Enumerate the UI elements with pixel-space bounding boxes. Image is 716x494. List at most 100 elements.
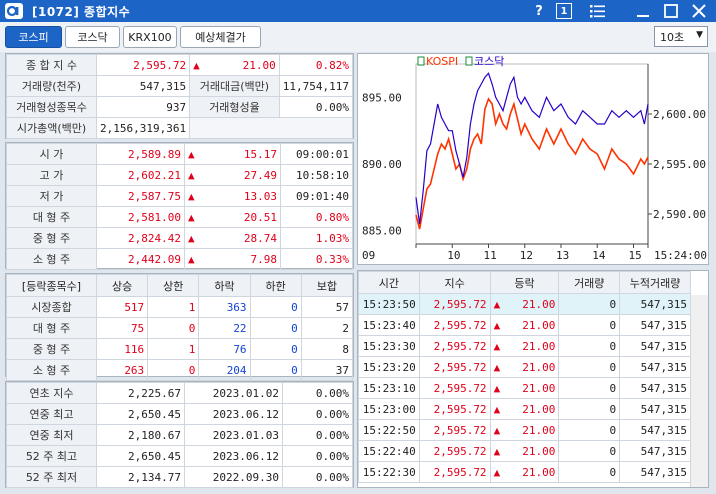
yearly-label: 52 주 최저 bbox=[6, 466, 97, 488]
updown-count: 0 bbox=[147, 359, 200, 381]
updown-count: 2 bbox=[300, 317, 354, 339]
price-panel: 시 가 2,589.89 ▲ 15.17 09:00:01 고 가 2,602.21 ▲ 27.… bbox=[5, 142, 354, 270]
yearly-rate: 0.00% bbox=[282, 466, 353, 488]
tick-volume: 0 bbox=[558, 293, 621, 315]
tick-time: 15:23:00 bbox=[358, 398, 420, 420]
tick-change: ▲ 21.00 bbox=[489, 377, 560, 399]
updown-header: [등락종목수] 상승 상한 하락 하한 보합 bbox=[6, 274, 354, 297]
ticks-header-cell: 등락 bbox=[489, 271, 560, 294]
price-value: 2,824.42 bbox=[96, 227, 185, 249]
tab-expected-price[interactable]: 예상체결가 bbox=[180, 26, 261, 48]
minimize-icon[interactable] bbox=[634, 2, 652, 20]
tick-change: ▲ 21.00 bbox=[489, 440, 560, 462]
up-arrow-icon: ▲ bbox=[184, 143, 201, 165]
updown-row: 대 형 주 75 0 22 0 2 bbox=[6, 317, 354, 339]
help-icon[interactable]: ? bbox=[530, 2, 548, 20]
tick-row[interactable]: 15:23:50 2,595.72 ▲ 21.00 0 547,315 bbox=[358, 293, 691, 315]
updown-count: 263 bbox=[95, 359, 149, 381]
yearly-date: 2023.06.12 bbox=[184, 445, 283, 467]
updown-count: 204 bbox=[198, 359, 251, 381]
price-label: 소 형 주 bbox=[6, 248, 97, 270]
ticks-panel: 시간 지수 등락 거래량 누적거래량 15:23:50 2,595.72 ▲ 21.00 0 547… bbox=[357, 270, 709, 488]
summary-label: 거래대금(백만) bbox=[189, 75, 280, 97]
tick-row[interactable]: 15:23:10 2,595.72 ▲ 21.00 0 547,315 bbox=[358, 377, 691, 399]
tick-index: 2,595.72 bbox=[418, 377, 491, 399]
ticks-header: 시간 지수 등락 거래량 누적거래량 bbox=[358, 271, 691, 294]
tick-cum-volume: 547,315 bbox=[619, 461, 691, 483]
x-tick-label: 13 bbox=[556, 249, 569, 262]
updown-count: 0 bbox=[249, 317, 302, 339]
tab-krx100[interactable]: KRX100 bbox=[123, 26, 177, 48]
yearly-panel: 연초 지수 2,225.67 2023.01.02 0.00% 연중 최고 2,650.4… bbox=[5, 381, 354, 488]
tick-change-value: 21.00 bbox=[522, 381, 556, 395]
tick-row[interactable]: 15:22:40 2,595.72 ▲ 21.00 0 547,315 bbox=[358, 440, 691, 462]
window-title: [1072] 종합지수 bbox=[32, 5, 131, 19]
composite-index-value: 2,595.72 bbox=[95, 54, 191, 76]
page-number-button[interactable]: 1 bbox=[556, 3, 572, 19]
price-row: 중 형 주 2,824.42 ▲ 28.74 1.03% bbox=[6, 227, 353, 249]
menu-list-icon[interactable] bbox=[588, 2, 606, 20]
yearly-label: 연초 지수 bbox=[6, 382, 97, 404]
tick-index: 2,595.72 bbox=[418, 314, 491, 336]
tick-cum-volume: 547,315 bbox=[619, 398, 691, 420]
tick-time: 15:22:30 bbox=[358, 461, 420, 483]
legend-kospi-label: KOSPI bbox=[426, 55, 458, 68]
updown-count: 22 bbox=[198, 317, 251, 339]
tick-change: ▲ 21.00 bbox=[489, 461, 560, 483]
tick-change-value: 21.00 bbox=[522, 360, 556, 374]
yearly-row: 연중 최저 2,180.67 2023.01.03 0.00% bbox=[6, 424, 353, 446]
up-arrow-icon: ▲ bbox=[493, 423, 501, 437]
updown-header-cell: 하한 bbox=[249, 274, 302, 297]
tick-index: 2,595.72 bbox=[418, 335, 491, 357]
tick-index: 2,595.72 bbox=[418, 419, 491, 441]
up-arrow-icon: ▲ bbox=[493, 444, 501, 458]
price-change: 13.03 bbox=[200, 185, 281, 207]
x-tick-label: 11 bbox=[484, 249, 497, 262]
price-change: 15.17 bbox=[200, 143, 281, 165]
y-right-tick-label: 2,595.00 bbox=[653, 158, 706, 171]
ticks-header-cell: 거래량 bbox=[558, 271, 621, 294]
tick-change: ▲ 21.00 bbox=[489, 335, 560, 357]
close-icon[interactable] bbox=[690, 2, 708, 20]
maximize-icon[interactable] bbox=[662, 2, 680, 20]
intraday-chart[interactable]: 895.00 890.00 885.00 2,600.00 2,595.00 2,590.… bbox=[357, 53, 709, 265]
tick-time: 15:22:40 bbox=[358, 440, 420, 462]
tab-kosdaq[interactable]: 코스닥 bbox=[65, 26, 120, 48]
price-value: 2,581.00 bbox=[96, 206, 185, 228]
tick-row[interactable]: 15:22:50 2,595.72 ▲ 21.00 0 547,315 bbox=[358, 419, 691, 441]
tick-change-value: 21.00 bbox=[522, 402, 556, 416]
price-value: 2,587.75 bbox=[96, 185, 185, 207]
plot-area bbox=[415, 63, 649, 245]
tick-row[interactable]: 15:23:30 2,595.72 ▲ 21.00 0 547,315 bbox=[358, 335, 691, 357]
chevron-down-icon: ▼ bbox=[696, 30, 703, 40]
up-arrow-icon: ▲ bbox=[493, 339, 501, 353]
ticks-scrollbar[interactable] bbox=[690, 295, 708, 487]
tick-row[interactable]: 15:22:30 2,595.72 ▲ 21.00 0 547,315 bbox=[358, 461, 691, 483]
tick-row[interactable]: 15:23:00 2,595.72 ▲ 21.00 0 547,315 bbox=[358, 398, 691, 420]
up-arrow-icon: ▲ bbox=[493, 297, 501, 311]
interval-select[interactable]: 10초 ▼ bbox=[654, 26, 708, 47]
price-row: 저 가 2,587.75 ▲ 13.03 09:01:40 bbox=[6, 185, 353, 207]
yearly-date: 2022.09.30 bbox=[184, 466, 283, 488]
yearly-label: 연중 최고 bbox=[6, 403, 97, 425]
tick-time: 15:23:40 bbox=[358, 314, 420, 336]
yearly-rate: 0.00% bbox=[282, 424, 353, 446]
yearly-date: 2023.01.03 bbox=[184, 424, 283, 446]
tick-cum-volume: 547,315 bbox=[619, 419, 691, 441]
y-left-tick-label: 885.00 bbox=[362, 225, 402, 238]
up-arrow-icon: ▲ bbox=[493, 402, 501, 416]
tick-time: 15:23:30 bbox=[358, 335, 420, 357]
price-extra: 1.03% bbox=[280, 227, 353, 249]
tick-row[interactable]: 15:23:20 2,595.72 ▲ 21.00 0 547,315 bbox=[358, 356, 691, 378]
updown-count: 57 bbox=[300, 296, 354, 318]
updown-count: 0 bbox=[249, 338, 302, 360]
tick-row[interactable]: 15:23:40 2,595.72 ▲ 21.00 0 547,315 bbox=[358, 314, 691, 336]
tab-kospi[interactable]: 코스피 bbox=[5, 26, 62, 48]
up-arrow-icon: ▲ bbox=[184, 164, 201, 186]
updown-header-cell: 상한 bbox=[147, 274, 200, 297]
updown-header-cell: 보합 bbox=[300, 274, 354, 297]
summary-panel: 종 합 지 수 2,595.72 ▲ 21.00 0.82% 거래량(천주) 5… bbox=[5, 53, 354, 139]
yearly-rate: 0.00% bbox=[282, 382, 353, 404]
tick-index: 2,595.72 bbox=[418, 461, 491, 483]
yearly-row: 52 주 최저 2,134.77 2022.09.30 0.00% bbox=[6, 466, 353, 488]
